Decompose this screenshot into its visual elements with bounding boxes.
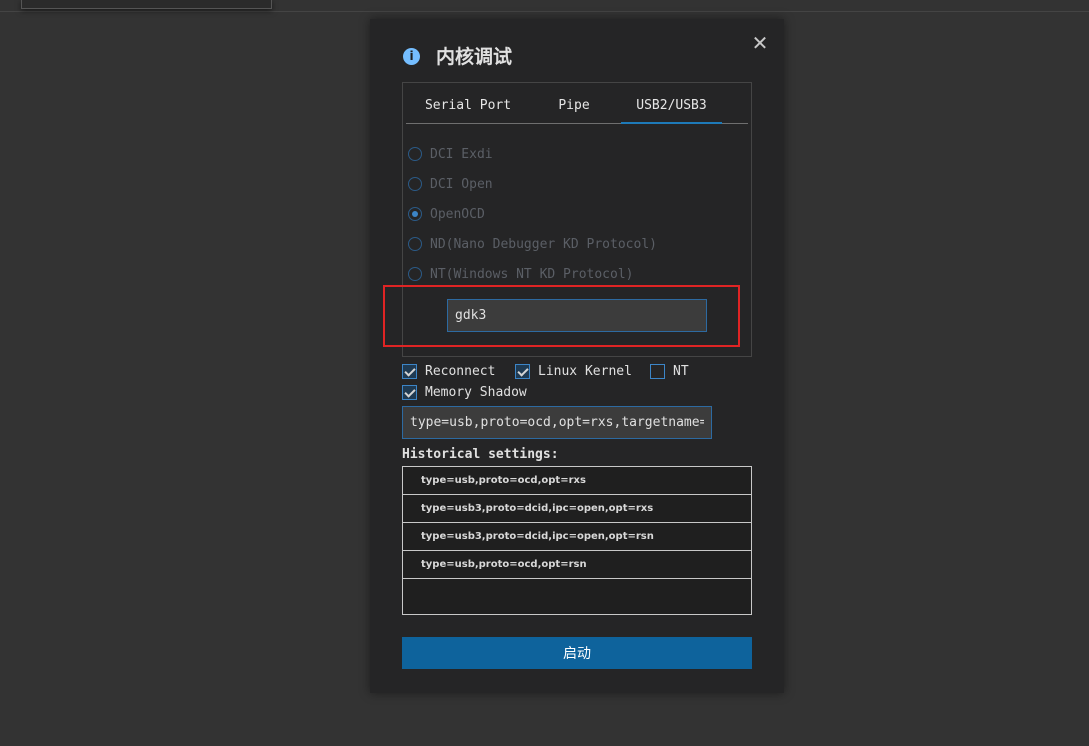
checkbox-linux-kernel[interactable]: Linux Kernel [515, 364, 632, 379]
close-icon[interactable]: ✕ [750, 33, 770, 53]
radio-openocd[interactable]: OpenOCD [408, 205, 485, 223]
checkbox[interactable] [402, 364, 417, 379]
checkbox[interactable] [650, 364, 665, 379]
tab-bar: Serial Port Pipe USB2/USB3 [406, 91, 748, 124]
radio-label: NT(Windows NT KD Protocol) [430, 266, 634, 282]
info-icon: i [403, 48, 420, 65]
radio-nt[interactable]: NT(Windows NT KD Protocol) [408, 265, 634, 283]
radio-button[interactable] [408, 147, 422, 161]
tab-usb[interactable]: USB2/USB3 [621, 91, 722, 124]
tab-serial-port[interactable]: Serial Port [412, 91, 524, 123]
tab-pipe[interactable]: Pipe [524, 91, 624, 123]
history-item[interactable]: type=usb3,proto=dcid,ipc=open,opt=rxs [403, 495, 751, 523]
checkbox-label: Memory Shadow [425, 385, 527, 400]
radio-dci-open[interactable]: DCI Open [408, 175, 493, 193]
checkbox-reconnect[interactable]: Reconnect [402, 364, 495, 379]
dialog-title: 内核调试 [436, 46, 513, 68]
top-divider [0, 11, 1089, 12]
params-input[interactable] [402, 406, 712, 439]
history-label: Historical settings: [402, 447, 559, 462]
radio-dci-exdi[interactable]: DCI Exdi [408, 145, 493, 163]
radio-label: DCI Open [430, 176, 493, 192]
radio-label: ND(Nano Debugger KD Protocol) [430, 236, 657, 252]
checkbox-memory-shadow[interactable]: Memory Shadow [402, 385, 527, 400]
background-window [21, 0, 272, 9]
checkbox-nt[interactable]: NT [650, 364, 689, 379]
checkbox[interactable] [402, 385, 417, 400]
radio-label: DCI Exdi [430, 146, 493, 162]
kernel-debug-dialog: i 内核调试 ✕ Serial Port Pipe USB2/USB3 DCI … [370, 19, 784, 693]
history-list[interactable]: type=usb,proto=ocd,opt=rxs type=usb3,pro… [402, 466, 752, 615]
target-name-input[interactable] [447, 299, 707, 332]
checkbox[interactable] [515, 364, 530, 379]
checkbox-label: Reconnect [425, 364, 496, 379]
radio-button[interactable] [408, 207, 422, 221]
radio-label: OpenOCD [430, 206, 485, 222]
checkbox-label: NT [673, 364, 689, 379]
history-item[interactable]: type=usb,proto=ocd,opt=rxs [403, 467, 751, 495]
radio-button[interactable] [408, 267, 422, 281]
radio-button[interactable] [408, 237, 422, 251]
start-button[interactable]: 启动 [402, 637, 752, 669]
history-item[interactable]: type=usb3,proto=dcid,ipc=open,opt=rsn [403, 523, 751, 551]
history-item[interactable]: type=usb,proto=ocd,opt=rsn [403, 551, 751, 579]
radio-nd[interactable]: ND(Nano Debugger KD Protocol) [408, 235, 657, 253]
checkbox-label: Linux Kernel [538, 364, 632, 379]
radio-button[interactable] [408, 177, 422, 191]
